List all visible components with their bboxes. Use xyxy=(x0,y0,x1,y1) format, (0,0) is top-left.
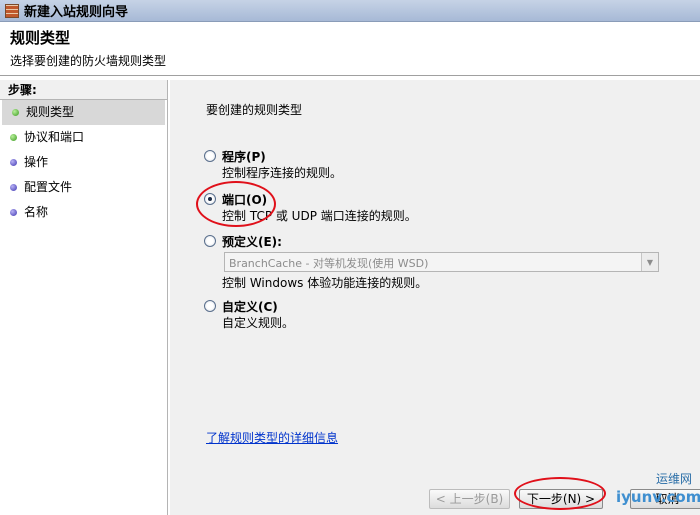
radio-port[interactable] xyxy=(204,193,216,205)
step-label: 操作 xyxy=(24,155,49,169)
step-label: 规则类型 xyxy=(26,105,75,119)
page-title: 规则类型 xyxy=(10,29,71,47)
option-label: 程序(P) xyxy=(222,150,266,164)
predefined-select[interactable]: BranchCache - 对等机发现(使用 WSD) ▼ xyxy=(224,252,659,272)
step-status-icon xyxy=(10,159,17,166)
step-label: 名称 xyxy=(24,205,49,219)
step-status-icon xyxy=(10,209,17,216)
rule-type-question: 要创建的规则类型 xyxy=(206,103,303,117)
back-button[interactable]: < 上一步(B) xyxy=(429,489,510,509)
step-status-icon xyxy=(12,109,19,116)
step-label: 协议和端口 xyxy=(24,130,85,144)
steps-sidebar: 步骤: 规则类型 协议和端口 操作 配置文件 名称 xyxy=(0,80,168,515)
learn-more-link[interactable]: 了解规则类型的详细信息 xyxy=(206,429,338,446)
option-description: 自定义规则。 xyxy=(222,316,295,330)
step-rule-type[interactable]: 规则类型 xyxy=(2,100,165,125)
option-label: 端口(O) xyxy=(222,193,268,207)
watermark-text: 运维网 xyxy=(655,472,692,486)
step-name[interactable]: 名称 xyxy=(0,200,167,225)
next-button[interactable]: 下一步(N) > xyxy=(519,489,603,509)
steps-heading: 步骤: xyxy=(0,80,167,100)
main-panel: 要创建的规则类型 程序(P) 控制程序连接的规则。 端口(O) 控制 TCP 或… xyxy=(170,80,700,515)
option-description: 控制 Windows 体验功能连接的规则。 xyxy=(222,276,428,290)
predefined-select-value: BranchCache - 对等机发现(使用 WSD) xyxy=(229,257,429,270)
option-label: 自定义(C) xyxy=(222,300,278,314)
step-status-icon xyxy=(10,184,17,191)
radio-predefined[interactable] xyxy=(204,235,216,247)
chevron-down-icon[interactable]: ▼ xyxy=(641,253,658,271)
option-label: 预定义(E): xyxy=(222,235,282,249)
step-protocol-ports[interactable]: 协议和端口 xyxy=(0,125,167,150)
firewall-wall-icon xyxy=(5,3,19,18)
step-profile[interactable]: 配置文件 xyxy=(0,175,167,200)
step-label: 配置文件 xyxy=(24,180,73,194)
step-status-icon xyxy=(10,134,17,141)
watermark-domain: iyunv.com xyxy=(616,488,700,506)
watermark: 运维网 iyunv.com xyxy=(612,470,700,515)
title-bar: 新建入站规则向导 xyxy=(0,0,700,22)
option-description: 控制程序连接的规则。 xyxy=(222,166,343,180)
page-subtitle: 选择要创建的防火墙规则类型 xyxy=(10,54,167,68)
step-action[interactable]: 操作 xyxy=(0,150,167,175)
radio-custom[interactable] xyxy=(204,300,216,312)
radio-program[interactable] xyxy=(204,150,216,162)
wizard-header: 规则类型 选择要创建的防火墙规则类型 xyxy=(0,22,700,76)
window-title: 新建入站规则向导 xyxy=(24,5,129,20)
option-description: 控制 TCP 或 UDP 端口连接的规则。 xyxy=(222,209,417,223)
